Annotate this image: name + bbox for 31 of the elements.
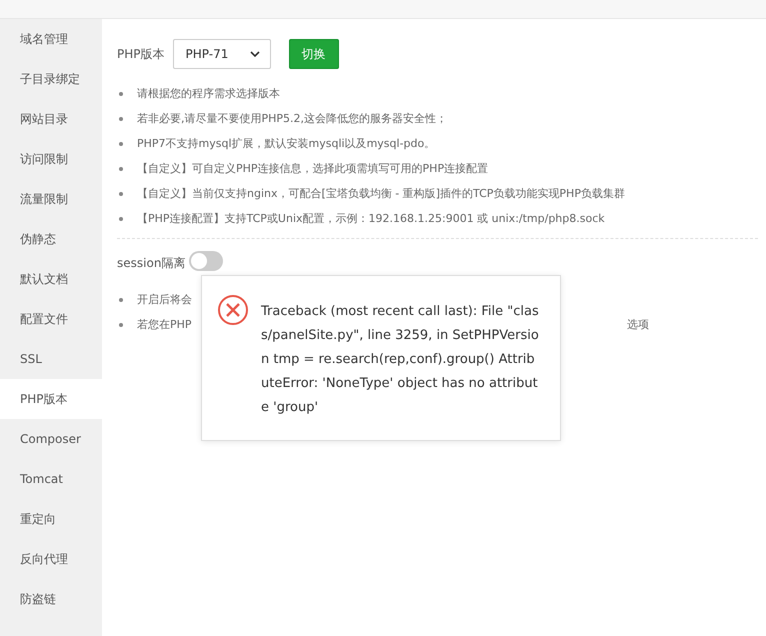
- sidebar-item[interactable]: 域名管理: [0, 19, 102, 59]
- note-text: 【PHP连接配置】支持TCP或Unix配置，示例：192.168.1.25:9001 或 unix:/tmp/php8.sock: [137, 211, 605, 226]
- php-version-label: PHP版本: [117, 46, 164, 62]
- sidebar-item[interactable]: 默认文档: [0, 259, 102, 299]
- note-text: 【自定义】当前仅支持nginx，可配合[宝塔负载均衡 - 重构版]插件的TCP负载功能实现PHP负载集群: [137, 186, 625, 201]
- error-icon: [217, 294, 249, 326]
- sidebar-item[interactable]: SSL: [0, 339, 102, 379]
- note-text: 若您在PHP: [137, 317, 192, 332]
- sidebar-item[interactable]: 重定向: [0, 499, 102, 539]
- sidebar-item[interactable]: 反向代理: [0, 539, 102, 579]
- sidebar-item[interactable]: 伪静态: [0, 219, 102, 259]
- sidebar-item[interactable]: 防盗链: [0, 579, 102, 619]
- php-version-select[interactable]: PHP-71: [172, 39, 270, 69]
- sidebar-item[interactable]: Tomcat: [0, 459, 102, 499]
- sidebar-item[interactable]: 子目录绑定: [0, 59, 102, 99]
- sidebar-item[interactable]: 配置文件: [0, 299, 102, 339]
- note-text: PHP7不支持mysql扩展，默认安装mysqli以及mysql-pdo。: [137, 136, 436, 151]
- sidebar-item[interactable]: 流量限制: [0, 179, 102, 219]
- sidebar-item[interactable]: 访问限制: [0, 139, 102, 179]
- sidebar-item[interactable]: 网站目录: [0, 99, 102, 139]
- sidebar-item[interactable]: PHP版本: [0, 379, 102, 419]
- session-label: session隔离: [117, 254, 186, 272]
- note-text: 若非必要,请尽量不要使用PHP5.2,这会降低您的服务器安全性；: [137, 111, 448, 126]
- sidebar-item[interactable]: Composer: [0, 419, 102, 459]
- note-text: 选项: [627, 317, 649, 332]
- session-toggle[interactable]: [189, 251, 224, 271]
- note-text: 请根据您的程序需求选择版本: [137, 86, 280, 101]
- note-text: 开启后将会: [137, 292, 192, 307]
- note-text: 【自定义】可自定义PHP连接信息，选择此项需填写可用的PHP连接配置: [137, 161, 488, 176]
- caret-icon: [250, 51, 260, 57]
- error-message: Traceback (most recent call last): File "class/panelSite.py", line 3259, in SetPHPVersion tmp = re.search(rep,conf).group() AttributeError: 'NoneType' object has no attribute 'group': [261, 303, 540, 417]
